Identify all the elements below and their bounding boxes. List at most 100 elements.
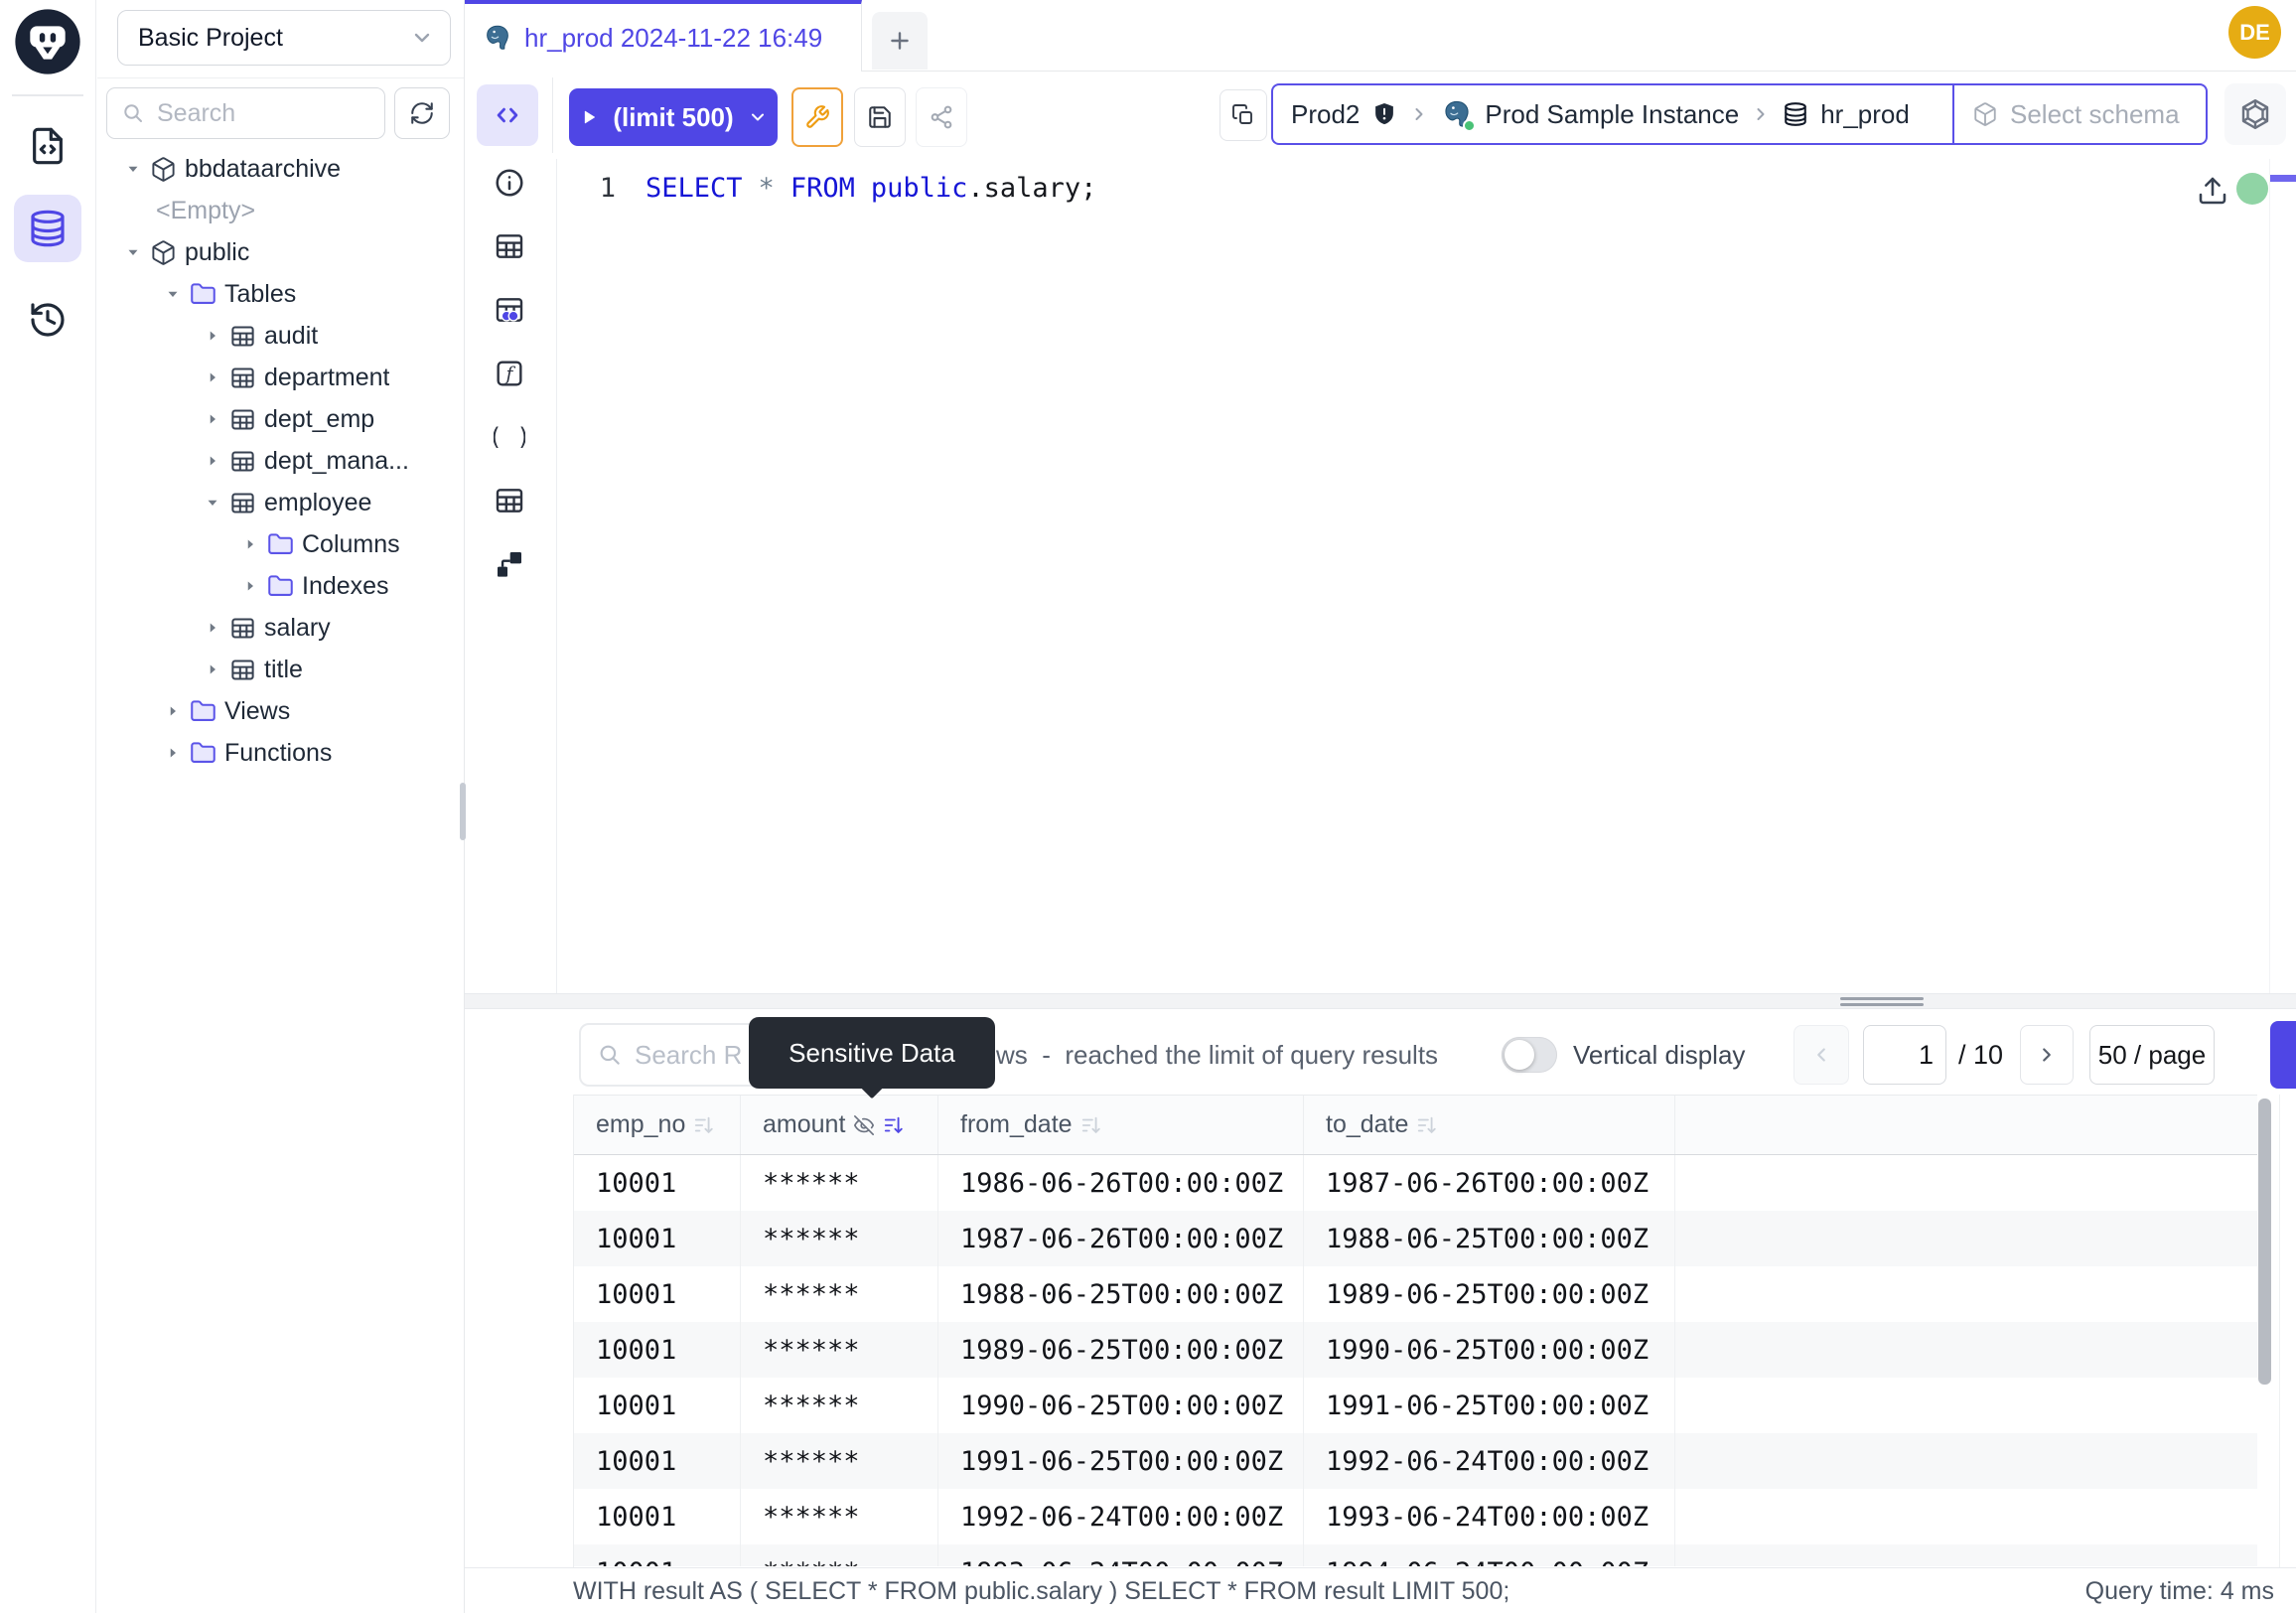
tree-item-columns[interactable]: Columns xyxy=(96,523,465,565)
folder-icon xyxy=(267,531,294,558)
external-tables-panel-icon[interactable] xyxy=(494,485,525,516)
caret-right-icon xyxy=(164,744,182,762)
run-query-button[interactable]: (limit 500) xyxy=(569,88,778,146)
ai-assistant-button[interactable] xyxy=(2224,83,2286,145)
tree-item-salary[interactable]: salary xyxy=(96,607,465,649)
functions-panel-icon[interactable] xyxy=(494,358,525,389)
avatar[interactable]: DE xyxy=(2228,6,2281,59)
tree-item-tables[interactable]: Tables xyxy=(96,273,465,315)
export-button-clipped[interactable] xyxy=(2270,1021,2296,1089)
vertical-display-toggle[interactable] xyxy=(1502,1037,1557,1073)
refresh-button[interactable] xyxy=(394,87,450,139)
caret-right-icon xyxy=(164,702,182,720)
schema-diagram-panel-icon[interactable] xyxy=(494,548,525,580)
vertical-display-label: Vertical display xyxy=(1573,1023,1745,1087)
table-row: 10001 ****** 1986-06-26T00:00:00Z 1987-0… xyxy=(574,1155,2257,1211)
share-button[interactable] xyxy=(916,87,967,147)
schema-placeholder: Select schema xyxy=(2010,99,2180,130)
editor-gutter-divider xyxy=(556,159,557,993)
tree-item-functions[interactable]: Functions xyxy=(96,732,465,774)
table-icon xyxy=(229,490,256,516)
batch-query-icon xyxy=(1231,103,1255,127)
sort-icon[interactable] xyxy=(1416,1114,1438,1136)
table-icon xyxy=(229,406,256,433)
sort-icon[interactable] xyxy=(1080,1114,1102,1136)
instance-engine-icon xyxy=(1441,98,1473,130)
results-scrollbar-thumb[interactable] xyxy=(2258,1099,2271,1385)
sidebar-divider xyxy=(97,77,464,78)
caret-down-icon xyxy=(124,160,142,178)
sidebar-resize-handle[interactable] xyxy=(460,783,466,840)
folder-icon xyxy=(190,698,216,725)
sort-icon[interactable] xyxy=(883,1114,905,1136)
chevron-left-icon xyxy=(1810,1044,1832,1066)
refresh-icon xyxy=(409,100,435,126)
table-row: 10001 ****** 1993-06-24T00:00:00Z 1994-0… xyxy=(574,1544,2257,1566)
info-panel-icon[interactable] xyxy=(494,167,525,199)
caret-right-icon xyxy=(204,368,221,386)
tree-item-bbdataarchive[interactable]: bbdataarchive xyxy=(96,148,465,190)
panel-splitter[interactable] xyxy=(465,993,2296,1009)
schema-cube-icon xyxy=(150,156,177,183)
new-tab-button[interactable] xyxy=(872,12,928,70)
tree-item-dept-manager[interactable]: dept_mana... xyxy=(96,440,465,482)
table-row: 10001 ****** 1987-06-26T00:00:00Z 1988-0… xyxy=(574,1211,2257,1266)
tree-item-indexes[interactable]: Indexes xyxy=(96,565,465,607)
database-icon xyxy=(1783,101,1808,127)
caret-right-icon xyxy=(204,619,221,637)
chevron-right-icon xyxy=(1751,104,1771,124)
worksheet-icon[interactable] xyxy=(28,126,68,166)
procedures-panel-icon[interactable] xyxy=(494,421,525,453)
history-icon[interactable] xyxy=(28,300,68,340)
schema-selector[interactable]: Select schema xyxy=(1952,83,2208,145)
editor-scrollbar-track[interactable] xyxy=(2269,159,2270,993)
sql-editor-mode-button[interactable] xyxy=(477,84,538,146)
editor-overview-mark xyxy=(2270,175,2296,182)
table-row: 10001 ****** 1992-06-24T00:00:00Z 1993-0… xyxy=(574,1489,2257,1544)
table-icon xyxy=(229,448,256,475)
batch-query-button[interactable] xyxy=(1220,89,1267,141)
tab-hr-prod[interactable]: hr_prod 2024-11-22 16:49 xyxy=(465,0,862,72)
sql-editor-code[interactable]: SELECT * FROM public .salary; xyxy=(646,173,1096,204)
connection-breadcrumb[interactable]: Prod2 Prod Sample Instance hr_prod xyxy=(1271,83,1952,145)
eye-off-icon[interactable] xyxy=(853,1114,875,1136)
tree-item-views[interactable]: Views xyxy=(96,690,465,732)
search-placeholder: Search xyxy=(157,99,235,128)
column-header-empty xyxy=(1675,1096,2257,1154)
upload-icon[interactable] xyxy=(2197,175,2228,207)
column-header-to-date[interactable]: to_date xyxy=(1304,1096,1675,1154)
format-sql-button[interactable] xyxy=(791,87,843,147)
tree-item-dept-emp[interactable]: dept_emp xyxy=(96,398,465,440)
tables-panel-icon[interactable] xyxy=(494,230,525,262)
wrench-icon xyxy=(804,104,830,130)
prev-page-button[interactable] xyxy=(1794,1025,1849,1085)
database-nav-icon[interactable] xyxy=(28,209,68,248)
chevron-down-icon xyxy=(410,26,434,50)
project-selector[interactable]: Basic Project xyxy=(117,10,451,66)
page-number-box xyxy=(1863,1025,1946,1085)
column-header-from-date[interactable]: from_date xyxy=(938,1096,1304,1154)
page-total: / 10 xyxy=(1958,1025,2003,1085)
sort-icon[interactable] xyxy=(693,1114,715,1136)
next-page-button[interactable] xyxy=(2020,1025,2074,1085)
save-button[interactable] xyxy=(854,87,906,147)
column-header-amount[interactable]: amount xyxy=(741,1096,938,1154)
results-scrollbar-track-edge xyxy=(2279,1095,2280,1567)
bytebase-logo-icon[interactable] xyxy=(14,8,81,75)
column-header-emp-no[interactable]: emp_no xyxy=(574,1096,741,1154)
sensitive-data-panel-icon[interactable] xyxy=(494,294,525,326)
plus-icon xyxy=(887,28,913,54)
splitter-handle-icon xyxy=(1840,1003,1924,1006)
tree-item-employee[interactable]: employee xyxy=(96,482,465,523)
folder-icon xyxy=(267,573,294,600)
schema-cube-icon xyxy=(150,239,177,266)
sensitive-data-tooltip: Sensitive Data xyxy=(749,1017,995,1089)
page-size-select[interactable]: 50 / page xyxy=(2089,1025,2215,1085)
page-number-input[interactable] xyxy=(1864,1026,1945,1084)
tree-item-title[interactable]: title xyxy=(96,649,465,690)
tree-item-department[interactable]: department xyxy=(96,357,465,398)
results-bottom-border xyxy=(465,1567,2296,1568)
tree-item-audit[interactable]: audit xyxy=(96,315,465,357)
tree-item-public[interactable]: public xyxy=(96,231,465,273)
sidebar-search[interactable]: Search xyxy=(106,87,385,139)
